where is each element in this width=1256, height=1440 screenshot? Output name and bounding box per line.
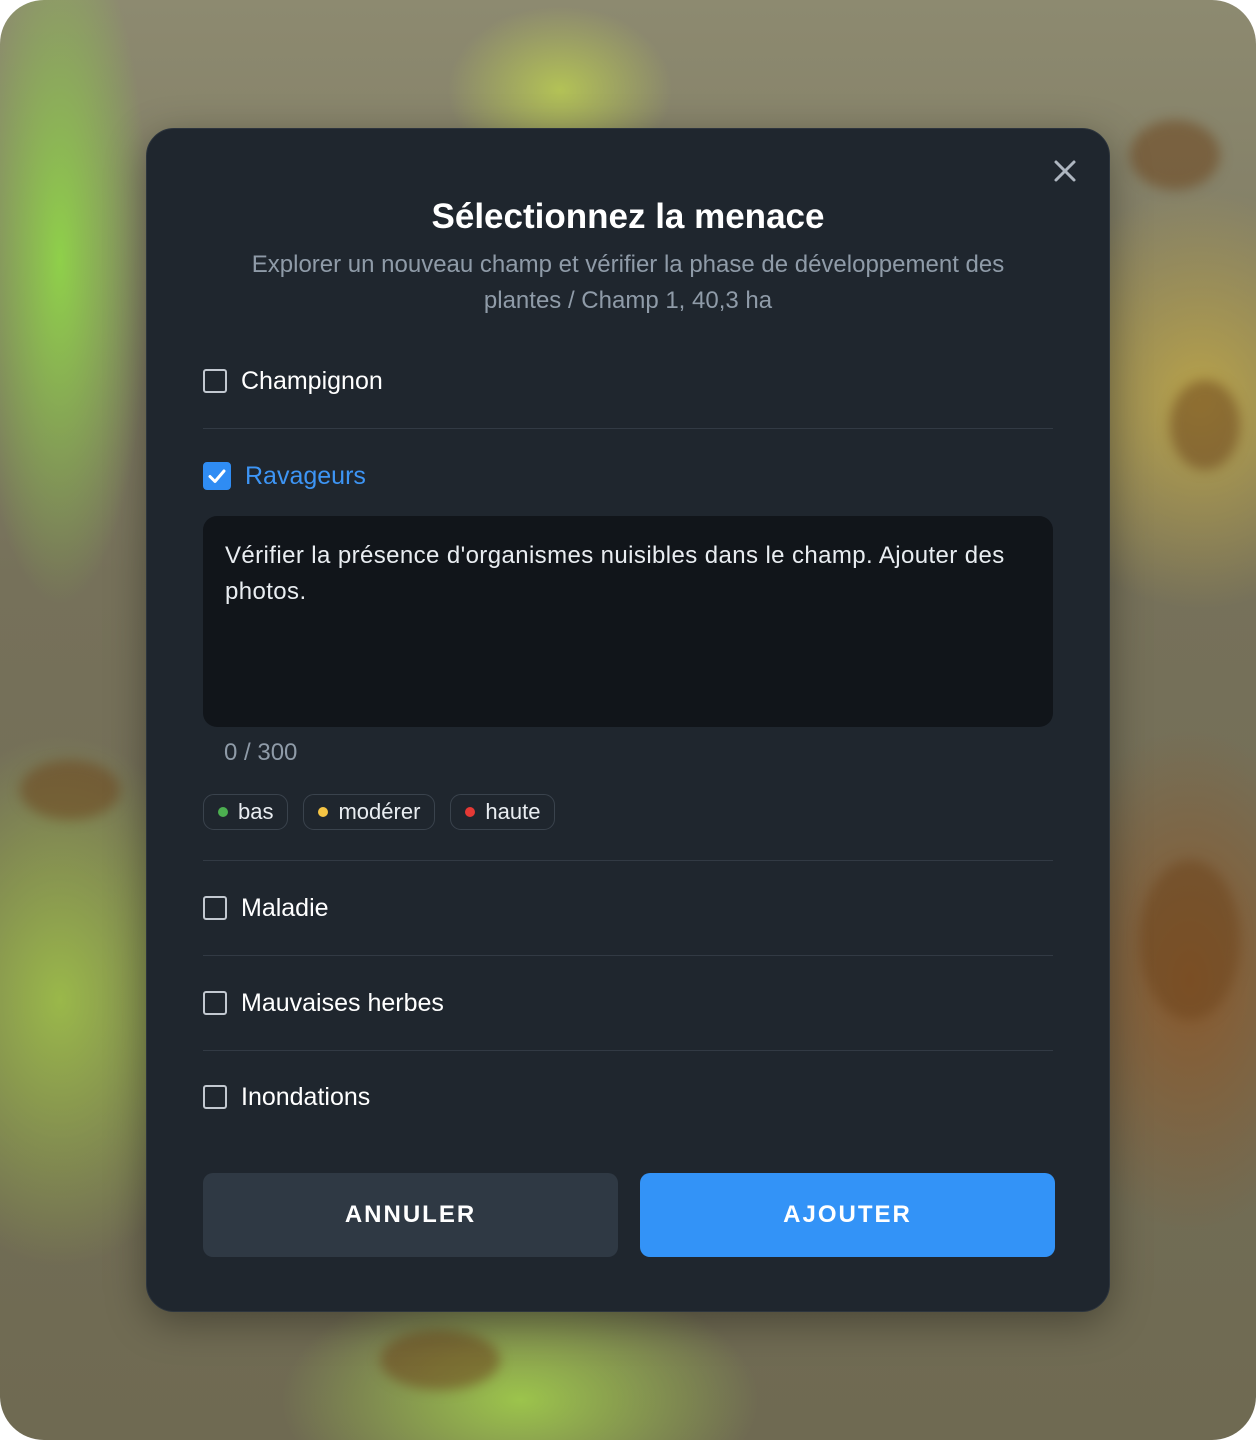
pest-note-textarea[interactable]: Vérifier la présence d'organismes nuisib… [203,516,1053,727]
option-mauvaises-herbes[interactable]: Mauvaises herbes [203,983,1053,1023]
dialog-title: Sélectionnez la menace [431,197,825,236]
chip-label: bas [238,799,274,824]
option-ravageurs[interactable]: Ravageurs [203,456,1053,496]
leaf-spot [1130,120,1220,190]
green-dot-icon [218,807,228,817]
option-label: Inondations [241,1082,371,1111]
checkbox-inondations[interactable] [203,1085,227,1109]
leaf-spot [1140,860,1240,1020]
option-inondations[interactable]: Inondations [203,1077,1053,1117]
severity-chip-moderate[interactable]: modérer [303,794,436,830]
option-champignon[interactable]: Champignon [203,361,1053,401]
divider [203,428,1053,429]
option-label: Ravageurs [245,461,366,490]
add-button[interactable]: AJOUTER [640,1173,1055,1257]
severity-chip-high[interactable]: haute [450,794,556,830]
checkmark-icon [208,469,226,483]
divider [203,1050,1053,1051]
leaf-spot [1170,380,1240,470]
option-label: Mauvaises herbes [241,988,444,1017]
divider [203,955,1053,956]
red-dot-icon [465,807,476,817]
leaf-spot [380,1330,500,1390]
checkbox-mauvaises-herbes[interactable] [203,991,227,1015]
yellow-dot-icon [318,807,329,817]
cancel-button[interactable]: ANNULER [203,1173,618,1257]
option-label: Maladie [241,893,329,922]
close-icon [1054,160,1076,182]
checkbox-ravageurs[interactable] [203,462,231,490]
divider [203,860,1053,861]
option-maladie[interactable]: Maladie [203,888,1053,928]
character-counter: 0 / 300 [224,739,298,766]
chip-label: haute [485,799,541,824]
threat-selection-dialog: Sélectionnez la menace Explorer un nouve… [146,128,1110,1312]
chip-label: modérer [338,799,421,824]
background-photo: Sélectionnez la menace Explorer un nouve… [0,0,1256,1440]
option-label: Champignon [241,366,383,395]
checkbox-maladie[interactable] [203,896,227,920]
close-button[interactable] [1049,155,1081,187]
severity-chips: bas modérer haute [203,794,556,830]
dialog-subtitle: Explorer un nouveau champ et vérifier la… [251,251,1005,314]
leaf-spot [20,760,120,820]
checkbox-champignon[interactable] [203,369,227,393]
severity-chip-low[interactable]: bas [203,794,289,830]
